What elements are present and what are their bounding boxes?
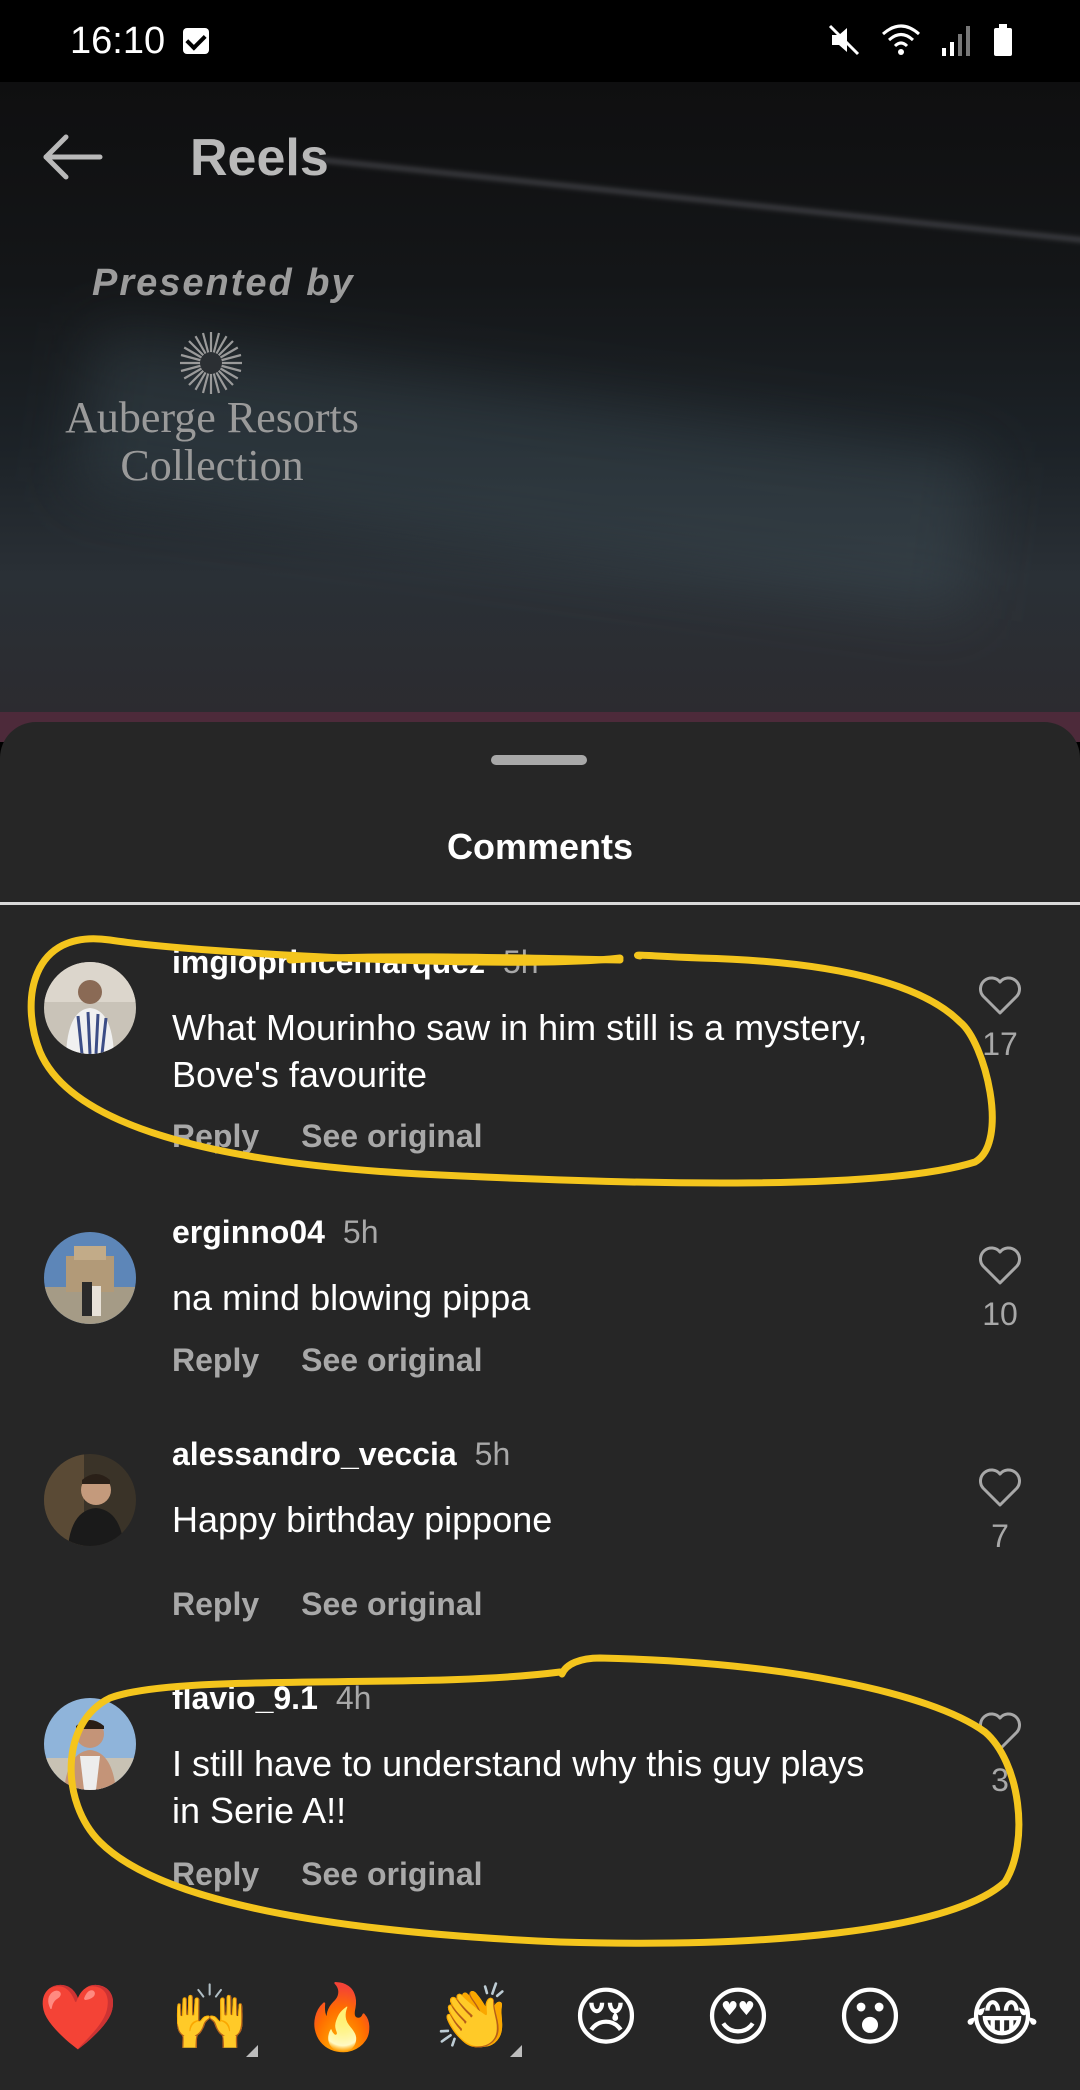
reply-button[interactable]: Reply [172,1856,259,1892]
emoji-clap-button[interactable]: 👏 [424,1985,524,2057]
comment-time: 4h [335,1680,372,1716]
highlight-circle-overlay [27,935,1023,1947]
signal-icon [942,26,970,56]
comment-username[interactable]: flavio_9.1 4h [172,1680,371,1717]
emoji-reaction-bar: ❤️ 🙌 🔥 👏 😢 😍 😮 😂 [0,1962,1080,2072]
presented-by-label: Presented by [92,262,355,304]
like-count: 3 [991,1762,1009,1798]
heart-icon[interactable] [978,1712,1022,1752]
emoji-fire-button[interactable]: 🔥 [292,1985,392,2049]
heart-icon[interactable] [978,976,1022,1016]
comment-actions: Reply See original [172,1342,483,1379]
avatar[interactable] [44,1232,136,1324]
brand-name: Auberge Resorts Collection [30,394,394,490]
mute-icon [828,24,860,56]
top-bar: Reels [0,82,1080,232]
see-original-button[interactable]: See original [301,1856,482,1892]
heart-icon[interactable] [978,1246,1022,1286]
emoji-raised-hands-button[interactable]: 🙌 [160,1985,260,2057]
status-time: 16:10 [70,19,166,62]
avatar[interactable] [44,1698,136,1790]
avatar[interactable] [44,962,136,1054]
comment-actions: Reply See original [172,1856,483,1893]
page-title: Reels [190,129,329,187]
emoji-heart-eyes-button[interactable]: 😍 [688,1985,788,2049]
comment-text: na mind blowing pippa [172,1277,531,1318]
notification-check-icon [183,28,210,54]
status-icons [826,22,1014,58]
like-count: 17 [982,1026,1018,1062]
battery-icon [994,24,1012,56]
comment-time: 5h [474,1436,511,1472]
like-count: 7 [991,1518,1009,1554]
comment-time: 5h [502,944,539,980]
see-original-button[interactable]: See original [301,1342,482,1378]
comment-username[interactable]: erginno04 5h [172,1214,379,1251]
comments-sheet: Comments imgioprincemarquez 5h What Mouri… [0,722,1080,2090]
brand-name-line1: Auberge Resorts [65,393,359,442]
see-original-button[interactable]: See original [301,1118,482,1154]
like-count: 10 [982,1296,1018,1332]
comment-time: 5h [342,1214,379,1250]
emoji-laughing-button[interactable]: 😂 [952,1985,1052,2049]
comment-actions: Reply See original [172,1586,483,1623]
sunburst-logo-icon [180,332,242,394]
status-bar: 16:10 [0,0,1080,82]
comment-actions: Reply See original [172,1118,483,1155]
wifi-icon [882,24,920,55]
emoji-surprised-button[interactable]: 😮 [820,1985,920,2049]
divider [0,902,1080,905]
avatar[interactable] [44,1454,136,1546]
comments-title: Comments [446,826,634,867]
comment-text: I still have to understand why this guy … [172,1743,865,1831]
comment-text: What Mourinho saw in him still is a myst… [172,1007,868,1095]
comment-username[interactable]: imgioprincemarquez 5h [172,944,539,981]
see-original-button[interactable]: See original [301,1586,482,1622]
heart-icon[interactable] [978,1468,1022,1508]
back-arrow-icon[interactable] [40,132,104,182]
brand-name-line2: Collection [120,441,304,490]
emoji-heart-button[interactable]: ❤️ [28,1985,128,2049]
comment-username[interactable]: alessandro_veccia 5h [172,1436,510,1473]
emoji-crying-button[interactable]: 😢 [556,1985,656,2049]
reply-button[interactable]: Reply [172,1586,259,1622]
reply-button[interactable]: Reply [172,1118,259,1154]
drag-handle[interactable] [491,755,587,765]
reply-button[interactable]: Reply [172,1342,259,1378]
comment-text: Happy birthday pippone [172,1499,553,1540]
